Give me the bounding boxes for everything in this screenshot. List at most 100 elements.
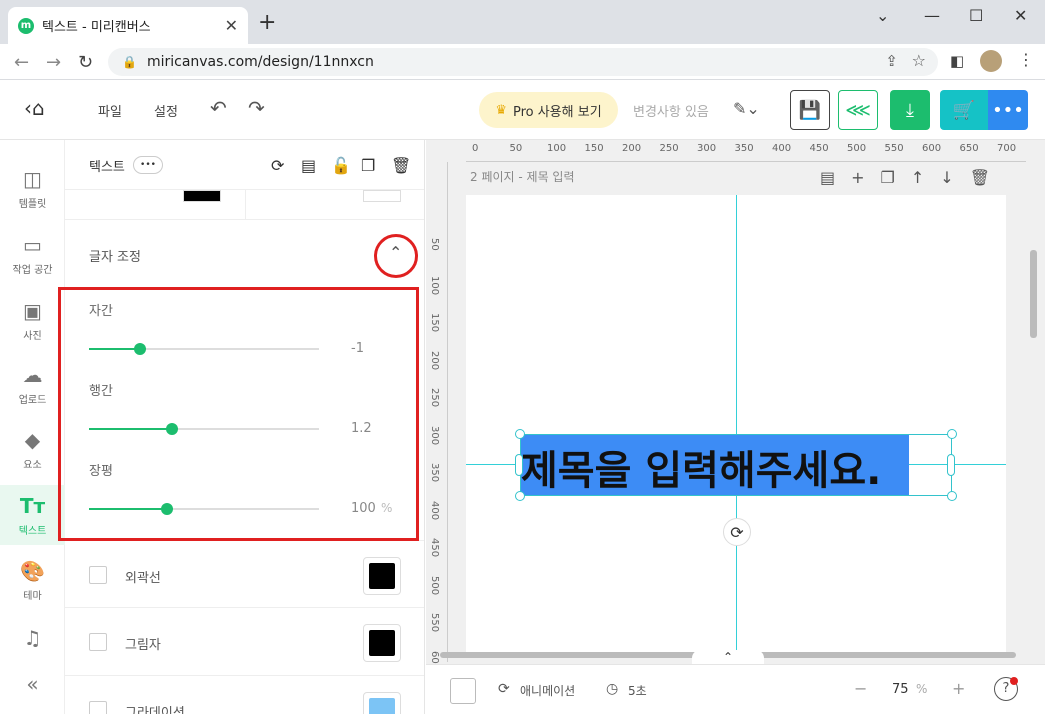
forward-icon[interactable]: → [46,52,61,73]
nav-elements[interactable]: ◆ 요소 [0,419,65,479]
color-swatch-partial[interactable] [183,190,221,202]
cart-button[interactable]: 🛒 [940,90,988,130]
copy-page-icon[interactable]: ❐ [881,168,895,187]
nav-label: 템플릿 [18,198,47,210]
back-icon[interactable]: ← [14,52,29,73]
close-window-icon[interactable]: ✕ [1014,6,1027,25]
resize-handle[interactable] [515,491,525,501]
browser-menu-icon[interactable]: ⋮ [1018,50,1034,69]
nav-text[interactable]: Tт 텍스트 [0,485,65,545]
crown-icon: ♛ [495,102,507,118]
ruler-top-tick: 250 [659,143,679,154]
redo-icon[interactable]: ↷ [248,96,265,120]
elements-icon: ◆ [24,427,41,452]
upload-icon: ☁ [22,362,43,387]
bookmark-star-icon[interactable]: ☆ [912,51,926,70]
double-chevron-left-icon: « [26,672,39,696]
ruler-left-tick: 550 [429,613,440,633]
shadow-checkbox[interactable] [89,633,107,651]
home-back-icon[interactable]: ‹⌂ [24,96,45,120]
chevron-down-icon[interactable]: ⌄ [876,6,889,25]
outline-label: 외곽선 [125,571,161,586]
download-button[interactable]: ⤓ [890,90,930,130]
resize-handle[interactable] [515,429,525,439]
url-field[interactable]: 🔒 miricanvas.com/design/11nnxcn ⇪ ☆ [108,48,938,76]
history-icon: ◷ [606,681,619,697]
animation-button[interactable]: 애니메이션 [520,682,575,699]
animate-icon[interactable]: ⟳ [271,156,284,175]
settings-menu[interactable]: 설정 [154,101,178,120]
favicon-icon: m [18,17,34,34]
file-menu[interactable]: 파일 [98,101,122,120]
edit-pen-icon[interactable]: ✎⌄ [733,99,760,118]
nav-template[interactable]: ◫ 템플릿 [0,158,65,218]
collapse-nav[interactable]: « [0,656,65,716]
new-tab-icon[interactable]: + [258,10,276,35]
text-icon: Tт [19,493,46,518]
duration-button[interactable]: 5초 [628,682,647,699]
save-button[interactable]: 💾 [790,90,830,130]
resize-handle[interactable] [947,429,957,439]
add-page-icon[interactable]: + [851,168,864,187]
panel-more-button[interactable]: ••• [133,156,163,174]
guide-vertical [736,195,737,655]
undo-icon[interactable]: ↶ [210,96,227,120]
panel-title: 텍스트 [89,160,125,175]
share-page-icon[interactable]: ⇪ [885,52,898,70]
move-up-icon[interactable]: ↑ [911,168,924,187]
zoom-out-icon[interactable]: − [854,679,867,698]
outline-color-swatch[interactable] [363,557,401,595]
side-handle[interactable] [947,454,955,476]
lock-icon[interactable]: 🔓 [331,156,351,175]
nav-label: 업로드 [18,394,47,406]
more-button[interactable]: ••• [988,90,1028,130]
sidepanel-icon[interactable]: ◧ [950,52,964,70]
ruler-left-tick: 250 [429,388,440,408]
outline-option: 외곽선 [65,540,424,608]
browser-tabstrip: m 텍스트 - 미리캔버스 ✕ + ⌄ — ☐ ✕ [0,0,1045,44]
ruler-top-tick: 0 [472,143,479,154]
gradient-color-swatch[interactable] [363,692,401,714]
nav-theme[interactable]: 🎨 테마 [0,550,65,610]
rotate-handle[interactable]: ⟳ [723,518,751,546]
page-note-icon[interactable]: ▤ [820,168,835,187]
bg-swatch-partial[interactable] [363,190,401,202]
gradient-checkbox[interactable] [89,701,107,714]
color-row-partial [65,190,424,220]
delete-page-icon[interactable]: 🗑 [970,168,990,187]
nav-workspace[interactable]: ▭ 작업 공간 [0,224,65,284]
ruler-top-tick: 650 [959,143,979,154]
vertical-scrollbar[interactable] [1030,250,1037,338]
shadow-color-swatch[interactable] [363,624,401,662]
ruler-top: 0 50 100 150 200 250 300 350 400 450 500 550 600 650 7… [466,140,1026,162]
ruler-top-tick: 100 [547,143,567,154]
browser-tab[interactable]: m 텍스트 - 미리캔버스 ✕ [8,7,248,44]
close-tab-icon[interactable]: ✕ [225,16,238,35]
share-button[interactable]: ⋘ [838,90,878,130]
pro-trial-button[interactable]: ♛ Pro 사용해 보기 [479,92,618,128]
address-bar: ← → ↻ 🔒 miricanvas.com/design/11nnxcn ⇪ … [0,44,1045,80]
nav-photo[interactable]: ▣ 사진 [0,290,65,350]
outline-checkbox[interactable] [89,566,107,584]
move-down-icon[interactable]: ↓ [940,168,953,187]
bg-color-button[interactable] [450,678,476,704]
profile-avatar[interactable] [980,50,1002,72]
ruler-left: 50 100 150 200 250 300 350 400 450 500 550 600 [426,162,448,670]
nav-upload[interactable]: ☁ 업로드 [0,354,65,414]
minimize-icon[interactable]: — [924,6,940,25]
zoom-value[interactable]: 75 [892,682,909,697]
format-paint-icon[interactable]: ▤ [301,156,316,175]
gradient-label: 그라데이션 [125,706,185,714]
text-bounding-box[interactable] [520,434,952,496]
reload-icon[interactable]: ↻ [78,52,93,73]
panel-header: 텍스트 ••• ⟳ ▤ 🔓 ❐ 🗑 [65,140,424,190]
duplicate-icon[interactable]: ❐ [361,156,375,175]
resize-handle[interactable] [947,491,957,501]
maximize-icon[interactable]: ☐ [969,6,983,25]
trash-icon[interactable]: 🗑 [391,156,411,175]
side-handle[interactable] [515,454,523,476]
zoom-in-icon[interactable]: + [952,679,965,698]
ruler-left-tick: 350 [429,463,440,483]
annotation-highlight-box [58,287,419,541]
divider [245,190,246,220]
